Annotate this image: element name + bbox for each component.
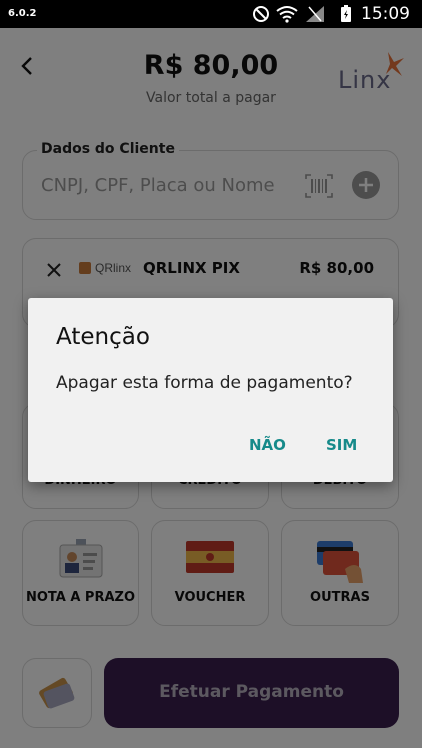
version-label: 6.0.2 (8, 8, 37, 19)
battery-icon (341, 5, 351, 22)
dialog-yes-button[interactable]: SIM (326, 436, 357, 454)
confirm-dialog: Atenção Apagar esta forma de pagamento? … (28, 298, 393, 482)
dialog-no-button[interactable]: NÃO (249, 436, 286, 454)
clock: 15:09 (361, 4, 410, 24)
wifi-icon (276, 6, 298, 23)
signal-icon (306, 6, 324, 22)
dialog-title: Atenção (56, 324, 150, 350)
do-not-disturb-icon (253, 6, 269, 22)
status-icons (252, 4, 326, 24)
status-bar: 6.0.2 15:09 (0, 0, 422, 28)
dialog-message: Apagar esta forma de pagamento? (56, 373, 353, 393)
